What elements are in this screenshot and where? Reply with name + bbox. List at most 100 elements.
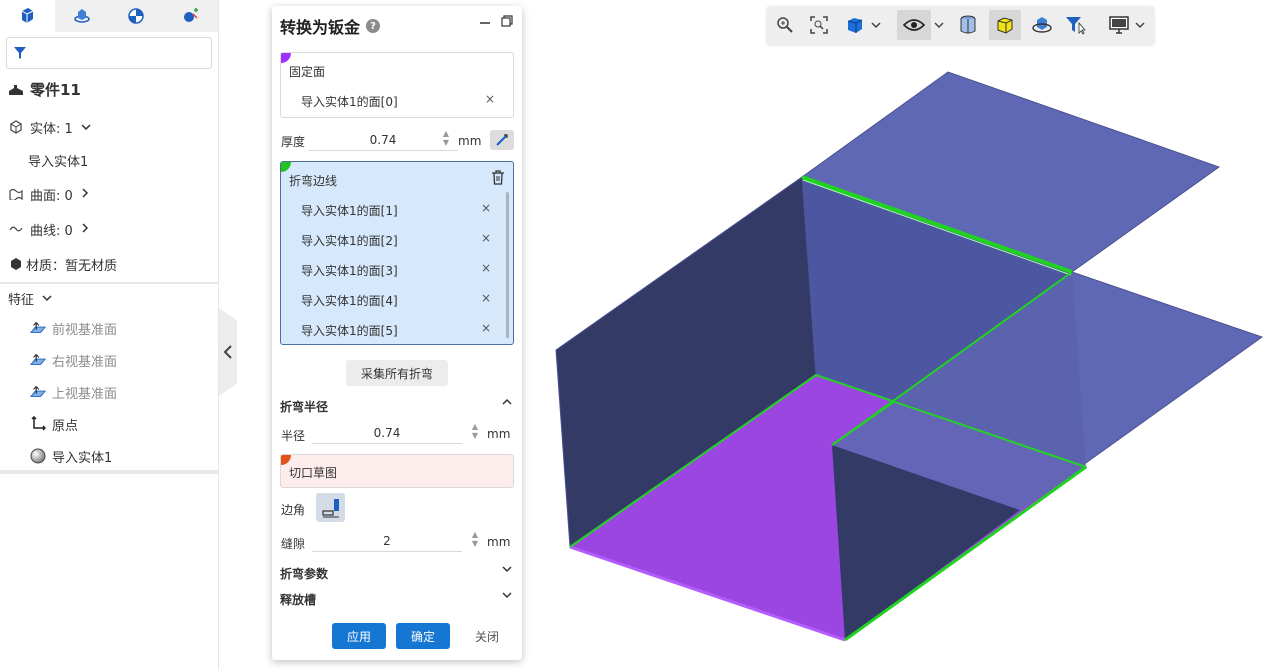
feature-item-front-plane[interactable]: 前视基准面 xyxy=(30,315,249,341)
chevron-down-icon xyxy=(42,291,52,306)
fixed-face-item: 导入实体1的面[0] xyxy=(301,95,398,109)
thickness-input[interactable]: 0.74 xyxy=(308,129,458,151)
thickness-spinner[interactable]: ▲ ▼ xyxy=(441,129,451,151)
delete-all-button[interactable] xyxy=(491,170,505,189)
chevron-right-icon xyxy=(81,222,89,237)
tree-curves-node[interactable]: 曲线: 0 xyxy=(8,216,227,242)
tree-features-node[interactable]: 特征 xyxy=(8,285,227,311)
bend-params-section-header[interactable]: 折弯参数 xyxy=(280,565,328,582)
radius-spinner[interactable]: ▲ ▼ xyxy=(470,422,480,444)
sheet-metal-model[interactable] xyxy=(523,50,1276,670)
zoom-button[interactable] xyxy=(773,10,797,40)
chevron-right-icon xyxy=(81,187,89,202)
remove-item-icon[interactable]: × xyxy=(481,321,491,335)
restore-button[interactable] xyxy=(500,14,516,30)
remove-item-icon[interactable]: × xyxy=(481,291,491,305)
collect-all-bends-button[interactable]: 采集所有折弯 xyxy=(346,360,448,386)
ok-button[interactable]: 确定 xyxy=(396,623,450,649)
surface-icon xyxy=(8,186,24,202)
bend-edge-item: 导入实体1的面[3] xyxy=(301,264,398,278)
minimize-button[interactable] xyxy=(478,14,494,30)
help-icon[interactable]: ? xyxy=(366,19,381,33)
display-dropdown[interactable] xyxy=(1107,10,1147,40)
tree-filter-input[interactable] xyxy=(6,37,212,69)
section-view-button[interactable] xyxy=(955,10,981,40)
left-panel: 零件11 实体: 1 导入实体1 曲面: 0 曲线: 0 材质： 暂无材质 特征… xyxy=(0,0,219,670)
dialog-title: 转换为钣金 xyxy=(280,18,361,37)
tab-feature[interactable] xyxy=(55,0,110,32)
bend-edge-item: 导入实体1的面[5] xyxy=(301,324,398,338)
part-icon xyxy=(8,81,24,97)
bend-edges-selector[interactable]: 折弯边线 导入实体1的面[1] × 导入实体1的面[2] × 导入实体1的面[3… xyxy=(280,161,514,345)
feature-label: 前视基准面 xyxy=(52,322,118,338)
gap-input[interactable]: 2 xyxy=(312,530,462,552)
remove-item-icon[interactable]: × xyxy=(481,261,491,275)
3d-viewport[interactable] xyxy=(523,50,1276,670)
selection-filter-button[interactable] xyxy=(1063,10,1089,40)
measure-button[interactable] xyxy=(490,130,514,150)
solid-icon xyxy=(8,119,24,135)
zoom-fit-button[interactable] xyxy=(807,10,831,40)
tree-material-node[interactable]: 材质： 暂无材质 xyxy=(8,251,227,277)
chevron-down-icon[interactable] xyxy=(502,563,512,576)
tree-part-node[interactable]: 零件11 xyxy=(8,76,227,102)
corner-gap-icon xyxy=(321,498,339,517)
feature-item-right-plane[interactable]: 右视基准面 xyxy=(30,347,249,373)
material-value: 暂无材质 xyxy=(65,258,118,274)
material-label: 材质： xyxy=(26,258,66,274)
remove-item-icon[interactable]: × xyxy=(481,231,491,245)
tab-analysis[interactable] xyxy=(164,0,219,32)
rotate-view-button[interactable] xyxy=(1029,10,1055,40)
tree-solid-child[interactable]: 导入实体1 xyxy=(28,147,247,173)
divider xyxy=(0,470,219,474)
convert-to-sheet-metal-dialog: 转换为钣金 ? 固定面 导入实体1的面[0] × 厚度 0.74 ▲ ▼ mm 折… xyxy=(272,6,522,660)
remove-item-icon[interactable]: × xyxy=(481,201,491,215)
chevron-down-icon xyxy=(81,120,91,135)
apply-button[interactable]: 应用 xyxy=(332,623,386,649)
gap-spinner[interactable]: ▲ ▼ xyxy=(470,530,480,552)
tab-appearance[interactable] xyxy=(109,0,164,32)
corner-label: 边角 xyxy=(281,503,306,517)
view-cube-icon xyxy=(847,18,863,33)
feature-item-origin[interactable]: 原点 xyxy=(30,411,249,437)
measure-icon xyxy=(496,134,508,146)
feature-label: 右视基准面 xyxy=(52,354,118,370)
tab-part[interactable] xyxy=(0,0,55,32)
chevron-down-icon xyxy=(1135,22,1145,29)
corner-type-button[interactable] xyxy=(316,493,345,522)
cut-sketch-selector[interactable]: 切口草图 xyxy=(280,454,514,488)
chevron-up-icon[interactable] xyxy=(502,396,512,409)
tree-solids-node[interactable]: 实体: 1 xyxy=(8,114,227,140)
relief-section-header[interactable]: 释放槽 xyxy=(280,591,316,608)
visibility-button[interactable] xyxy=(897,10,931,40)
chevron-down-icon[interactable] xyxy=(502,589,512,602)
feature-item-top-plane[interactable]: 上视基准面 xyxy=(30,379,249,405)
plane-icon xyxy=(30,320,46,336)
visibility-icon xyxy=(903,19,925,31)
thickness-label: 厚度 xyxy=(281,135,306,149)
view-orientation-dropdown[interactable] xyxy=(843,10,883,40)
radius-input[interactable]: 0.74 xyxy=(312,422,462,444)
tree-surfaces-node[interactable]: 曲面: 0 xyxy=(8,181,227,207)
fixed-face-selector[interactable]: 固定面 导入实体1的面[0] × xyxy=(280,52,514,118)
shaded-mode-button[interactable] xyxy=(989,10,1021,40)
collapse-panel-button[interactable] xyxy=(219,308,237,396)
selection-filter-icon xyxy=(1066,17,1086,35)
visibility-dropdown[interactable] xyxy=(931,10,947,40)
gap-unit: mm xyxy=(487,535,511,549)
thickness-unit: mm xyxy=(458,134,482,148)
bend-radius-section-header[interactable]: 折弯半径 xyxy=(280,398,328,415)
divider xyxy=(0,282,219,284)
bend-edge-item: 导入实体1的面[2] xyxy=(301,234,398,248)
feature-item-import[interactable]: 导入实体1 xyxy=(30,443,249,469)
rotate-view-icon xyxy=(1032,17,1052,33)
part-name: 零件11 xyxy=(30,80,81,99)
radius-label: 半径 xyxy=(281,429,306,443)
remove-item-icon[interactable]: × xyxy=(485,92,495,106)
fixed-face-label: 固定面 xyxy=(289,65,326,79)
solids-label: 实体: 1 xyxy=(30,121,73,137)
list-scrollbar[interactable] xyxy=(506,192,509,338)
curves-label: 曲线: 0 xyxy=(30,223,73,239)
close-button[interactable]: 关闭 xyxy=(460,623,514,649)
trash-icon xyxy=(492,170,504,185)
